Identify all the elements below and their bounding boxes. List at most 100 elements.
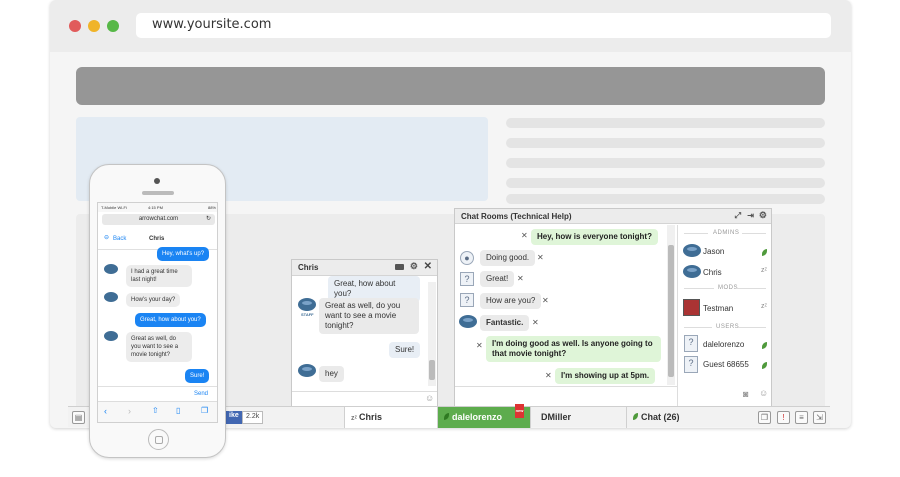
sent-message: I'm doing good as well. Is anyone going … xyxy=(486,336,661,362)
popout-icon[interactable]: ❐ xyxy=(758,411,771,424)
remove-icon[interactable]: ✕ xyxy=(517,274,524,283)
phone-address-bar[interactable]: arrowchat.com ↻ xyxy=(102,214,215,225)
avatar-placeholder: ? xyxy=(460,293,474,307)
popout-icon[interactable]: ⤢ xyxy=(735,211,741,221)
speaker-icon xyxy=(142,191,174,195)
received-message: Great as well, do you want to see a movi… xyxy=(126,332,192,362)
gear-icon[interactable]: ⚙ xyxy=(759,210,767,221)
text-line-placeholder xyxy=(506,194,825,204)
sent-message: Great, how about you? xyxy=(135,313,206,327)
user-guest[interactable]: Guest 68655 xyxy=(703,360,749,369)
emoji-icon[interactable]: ☺ xyxy=(425,393,434,403)
avatar xyxy=(298,364,316,377)
received-message: I had a great time last night! xyxy=(126,265,192,287)
minimize-window-button[interactable] xyxy=(88,20,100,32)
back-arrow-icon[interactable]: ‹ xyxy=(104,406,107,416)
sent-message: Hey, how is everyone tonight? xyxy=(531,229,658,245)
close-window-button[interactable] xyxy=(69,20,81,32)
avatar xyxy=(683,299,700,316)
avatar xyxy=(298,298,316,311)
sent-message: Sure! xyxy=(389,342,421,358)
leaf-icon xyxy=(762,249,767,256)
tab-dalelorenzo[interactable]: dalelorenzo new xyxy=(437,404,530,428)
chat-rooms-title: Chat Rooms (Technical Help) xyxy=(461,212,572,221)
staff-label: STAFF xyxy=(301,312,314,317)
chat-rooms-window: Chat Rooms (Technical Help) ⤢ ⇥ ⚙ ✕ Hey,… xyxy=(454,208,772,407)
remove-icon[interactable]: ✕ xyxy=(476,341,483,350)
remove-icon[interactable]: ✕ xyxy=(532,318,539,327)
bookmarks-icon[interactable]: ▯ xyxy=(176,406,180,415)
scrollbar[interactable] xyxy=(667,225,675,385)
user-jason[interactable]: Jason xyxy=(703,247,724,256)
forward-arrow-icon[interactable]: › xyxy=(128,406,131,416)
leaf-icon xyxy=(762,342,767,349)
avatar xyxy=(683,244,701,257)
avatar-placeholder: ? xyxy=(460,272,474,286)
back-button[interactable]: Back xyxy=(113,236,126,242)
leaf-icon xyxy=(633,413,638,420)
tab-dmiller[interactable]: DMiller xyxy=(530,407,626,428)
avatar-placeholder: ? xyxy=(684,356,698,373)
leaf-icon xyxy=(762,362,767,369)
tab-label: dalelorenzo xyxy=(452,412,503,422)
section-mods: MODS xyxy=(718,285,738,291)
video-icon[interactable] xyxy=(395,264,404,270)
scrollbar[interactable] xyxy=(428,282,436,386)
sent-message: I'm showing up at 5pm. xyxy=(555,368,656,384)
received-message: How's your day? xyxy=(126,293,181,307)
remove-icon[interactable]: ✕ xyxy=(537,253,544,262)
battery: 88% xyxy=(207,205,216,210)
text-line-placeholder xyxy=(506,118,825,128)
time: 4:15 PM xyxy=(148,205,163,210)
camera-icon xyxy=(154,178,160,184)
new-badge: new xyxy=(515,404,524,418)
like-button[interactable]: ike xyxy=(226,411,242,424)
sent-message: Hey, what's up? xyxy=(157,247,210,261)
send-button[interactable]: Send xyxy=(194,391,208,397)
user-testman[interactable]: Testman xyxy=(703,304,733,313)
tab-label: Chat (26) xyxy=(641,412,680,422)
remove-icon[interactable]: ✕ xyxy=(545,371,552,380)
tab-label: DMiller xyxy=(541,412,572,422)
user-list: ADMINS Jason Chris zᶻ MODS Testman zᶻ US… xyxy=(677,225,771,406)
remove-icon[interactable]: ✕ xyxy=(542,296,549,305)
header-placeholder xyxy=(76,67,825,105)
sent-message: Sure! xyxy=(185,369,210,383)
avatar xyxy=(683,265,701,278)
chat-rooms-header: Chat Rooms (Technical Help) ⤢ ⇥ ⚙ xyxy=(455,209,771,224)
section-users: USERS xyxy=(716,324,740,330)
phone-screen: T-Mobile Wi-Fi 4:15 PM 88% arrowchat.com… xyxy=(97,202,218,423)
zoom-window-button[interactable] xyxy=(107,20,119,32)
received-message: Doing good. xyxy=(480,250,536,266)
list-icon[interactable]: ≡ xyxy=(795,411,808,424)
gear-icon[interactable]: ⚙ xyxy=(410,261,418,272)
back-icon[interactable]: ⊖ xyxy=(104,234,109,241)
section-admins: ADMINS xyxy=(713,230,740,236)
received-message: How are you? xyxy=(480,293,542,309)
remove-icon[interactable]: ✕ xyxy=(521,231,528,240)
tab-chat-rooms[interactable]: Chat (26) xyxy=(626,407,753,428)
share-icon[interactable]: ⇧ xyxy=(152,406,159,415)
received-message: Fantastic. xyxy=(480,315,530,331)
chat-window-header: Chris ⚙ ✕ xyxy=(292,260,437,276)
tab-label: Chris xyxy=(358,412,382,422)
phone-url: arrowchat.com xyxy=(138,216,179,222)
reload-icon[interactable]: ↻ xyxy=(206,215,211,222)
notifications-icon[interactable]: ! xyxy=(777,411,790,424)
carrier: T-Mobile Wi-Fi xyxy=(101,205,127,210)
user-dalelorenzo[interactable]: dalelorenzo xyxy=(703,340,744,349)
address-bar[interactable]: www.yoursite.com xyxy=(136,13,831,38)
tab-chris[interactable]: zᶻ Chris xyxy=(344,407,437,428)
exit-room-icon[interactable]: ⇥ xyxy=(747,211,754,220)
close-icon[interactable]: ✕ xyxy=(424,261,432,272)
avatar-placeholder: ? xyxy=(684,335,698,352)
tabs-icon[interactable]: ❐ xyxy=(201,406,208,415)
apps-icon[interactable]: ▤ xyxy=(72,411,85,424)
chat-window-title: Chris xyxy=(298,263,319,272)
idle-icon: zᶻ xyxy=(761,267,768,274)
user-chris[interactable]: Chris xyxy=(703,268,722,277)
text-line-placeholder xyxy=(506,158,825,168)
browser-toolbar: ‹ › ⇧ ▯ ❐ xyxy=(98,401,217,422)
home-button[interactable] xyxy=(148,429,169,450)
hide-bar-icon[interactable]: ⇲ xyxy=(813,411,826,424)
